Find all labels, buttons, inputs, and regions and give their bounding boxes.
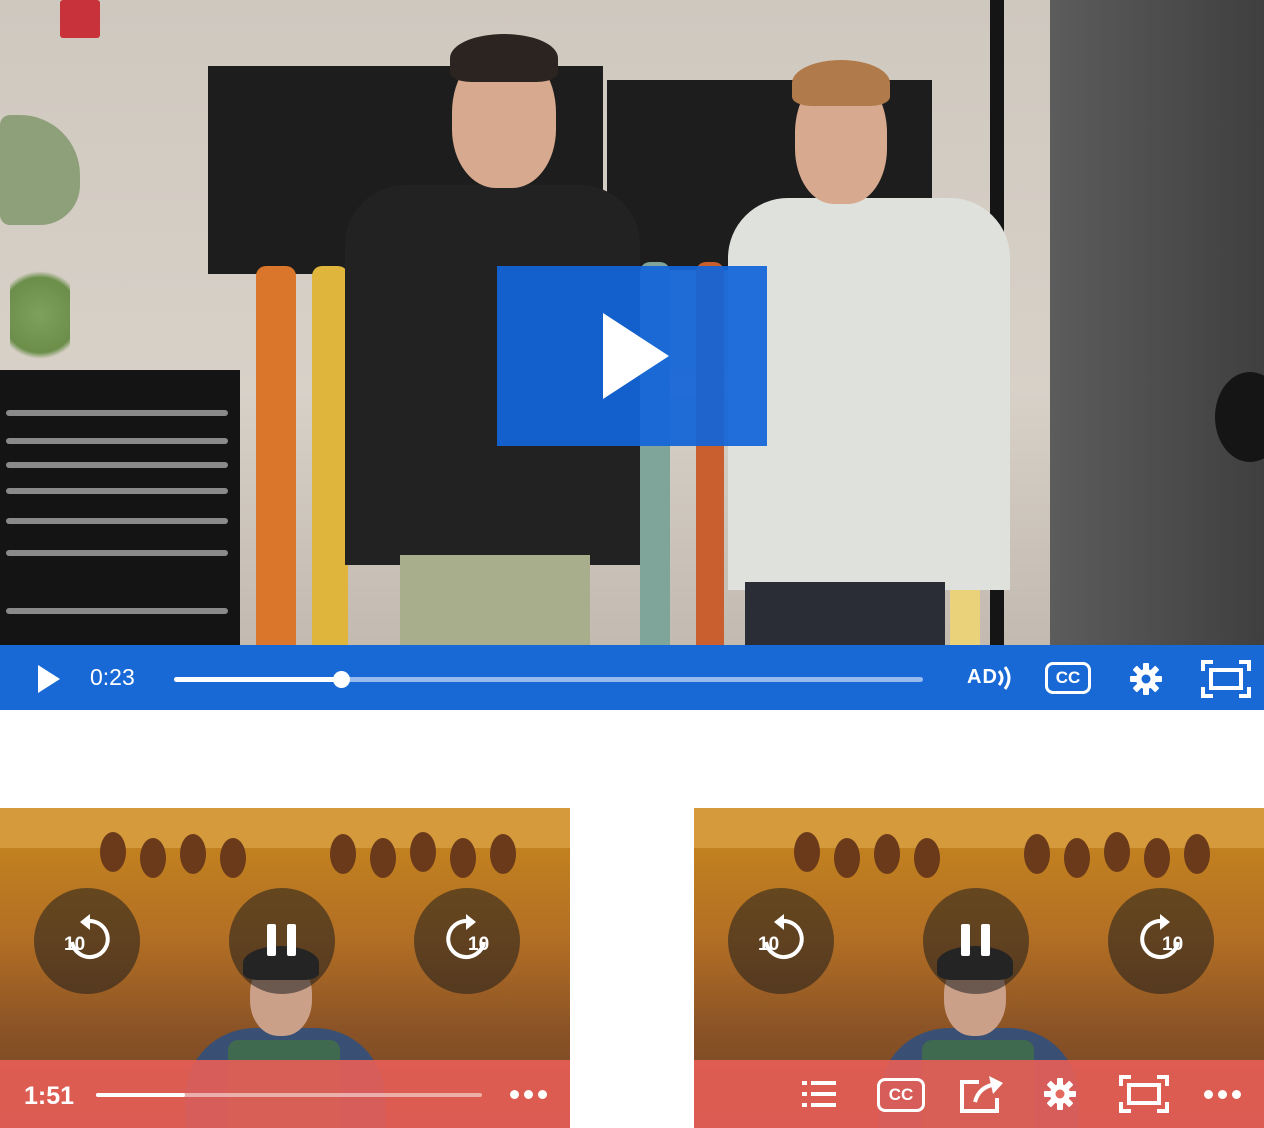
main-video-player[interactable]: 0:23 AD CC: [0, 0, 1264, 710]
rewind-10-button[interactable]: 10: [728, 888, 834, 994]
forward-10-button[interactable]: 10: [1108, 888, 1214, 994]
backdrop: [1050, 0, 1264, 645]
more-icon[interactable]: [1204, 1090, 1244, 1100]
fullscreen-icon[interactable]: [1200, 659, 1252, 699]
rewind-10-button[interactable]: 10: [34, 888, 140, 994]
compact-control-bar: 1:51: [0, 1060, 570, 1128]
skip-back-label: 10: [758, 934, 780, 955]
play-icon[interactable]: [38, 665, 60, 693]
share-icon[interactable]: [959, 1074, 1005, 1114]
pause-button[interactable]: [923, 888, 1029, 994]
audio-description-icon: [997, 666, 1011, 690]
pause-icon: [267, 924, 276, 956]
chapters-list-icon[interactable]: [800, 1078, 838, 1110]
skip-back-label: 10: [64, 934, 86, 955]
main-control-bar: 0:23 AD CC: [0, 645, 1264, 710]
compact-video-player-right[interactable]: 10 10 CC: [694, 808, 1264, 1128]
skip-forward-label: 10: [1162, 934, 1184, 955]
plant-graphic: [10, 260, 70, 370]
compact-video-player-left[interactable]: 10 10 1:51: [0, 808, 570, 1128]
paper-roll: [312, 266, 348, 646]
seek-handle[interactable]: [333, 671, 351, 688]
audio-description-label: AD: [967, 666, 998, 688]
seek-bar[interactable]: [174, 671, 923, 688]
gear-icon[interactable]: [1128, 661, 1164, 697]
current-time: 0:23: [90, 664, 135, 690]
fire-alarm-graphic: [60, 0, 100, 38]
paper-roll: [256, 266, 296, 646]
seek-bar-progress: [174, 677, 342, 682]
captions-button[interactable]: CC: [877, 1078, 925, 1112]
big-play-button[interactable]: [497, 266, 767, 446]
fullscreen-icon[interactable]: [1118, 1074, 1170, 1114]
current-time: 1:51: [24, 1082, 75, 1110]
seek-bar[interactable]: [96, 1093, 482, 1097]
seek-bar-progress: [96, 1093, 185, 1097]
compact-control-bar: CC: [694, 1060, 1264, 1128]
audio-description-button[interactable]: AD: [962, 659, 1014, 697]
captions-button[interactable]: CC: [1045, 662, 1091, 694]
forward-10-button[interactable]: 10: [414, 888, 520, 994]
pause-icon: [961, 924, 970, 956]
pause-button[interactable]: [229, 888, 335, 994]
more-icon[interactable]: [510, 1090, 550, 1100]
dinosaur-head-graphic: [0, 115, 80, 225]
tool-cabinet: [0, 370, 240, 645]
play-icon: [603, 313, 669, 399]
gear-icon[interactable]: [1042, 1076, 1078, 1112]
skip-forward-label: 10: [468, 934, 490, 955]
